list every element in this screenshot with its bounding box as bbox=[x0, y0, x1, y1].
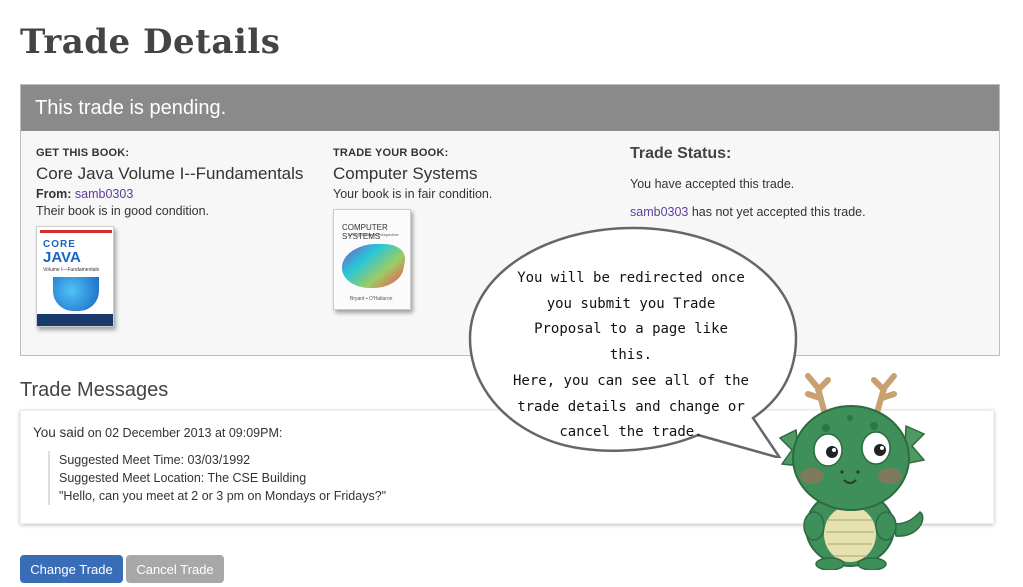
cover-band bbox=[37, 314, 113, 326]
get-book-label: GET THIS BOOK: bbox=[36, 147, 130, 159]
from-label: From: bbox=[36, 187, 72, 201]
cover-text-cs-subtitle: A Programmer's Perspective bbox=[348, 232, 399, 237]
trade-messages-title: Trade Messages bbox=[20, 379, 169, 401]
callout-line: you submit you Trade bbox=[546, 295, 716, 312]
page-title: Trade Details bbox=[20, 22, 281, 62]
meet-location-line: Suggested Meet Location: The CSE Buildin… bbox=[59, 469, 386, 487]
message-header: You said on 02 December 2013 at 09:09PM: bbox=[33, 425, 282, 440]
get-book-column: GET THIS BOOK: Core Java Volume I--Funda… bbox=[36, 147, 303, 327]
status-other-text: has not yet accepted this trade. bbox=[688, 205, 866, 219]
meet-time-value: 03/03/1992 bbox=[184, 453, 251, 467]
cancel-trade-button[interactable]: Cancel Trade bbox=[126, 555, 224, 583]
trade-status-title: Trade Status: bbox=[630, 145, 732, 162]
callout-line: Proposal to a page like this. bbox=[534, 321, 728, 364]
cover-text-volume: Volume I—Fundamentals bbox=[43, 267, 100, 273]
cover-text-cs-authors: Bryant • O'Hallaron bbox=[350, 296, 393, 302]
trade-book-title: Computer Systems bbox=[333, 164, 478, 183]
trade-book-label: TRADE YOUR BOOK: bbox=[333, 147, 449, 159]
callout-line: cancel the trade. bbox=[559, 424, 703, 441]
status-other-pending: samb0303 has not yet accepted this trade… bbox=[630, 205, 866, 219]
meet-time-label: Suggested Meet Time: bbox=[59, 453, 185, 467]
from-line: From: samb0303 bbox=[36, 187, 303, 201]
change-trade-button[interactable]: Change Trade bbox=[20, 555, 123, 583]
message-date: on 02 December 2013 at 09:09PM: bbox=[84, 426, 283, 440]
trade-status-banner: This trade is pending. bbox=[21, 85, 999, 131]
coffee-cup-icon bbox=[53, 277, 99, 311]
callout-line: You will be redirected once bbox=[517, 270, 745, 286]
message-quote: "Hello, can you meet at 2 or 3 pm on Mon… bbox=[59, 489, 387, 503]
message-body: Suggested Meet Time: 03/03/1992 Suggeste… bbox=[48, 451, 386, 505]
status-you-accepted: You have accepted this trade. bbox=[630, 177, 795, 191]
cover-text-java: JAVA bbox=[43, 249, 81, 266]
surface-plot-graphic bbox=[338, 244, 408, 288]
callout-line: Here, you can see all of the bbox=[512, 372, 749, 389]
their-book-condition: Their book is in good condition. bbox=[36, 204, 210, 218]
your-book-condition: Your book is in fair condition. bbox=[333, 187, 493, 201]
other-user-link[interactable]: samb0303 bbox=[630, 205, 688, 219]
message-author: You said bbox=[33, 425, 85, 440]
dragon-mascot-icon bbox=[778, 373, 926, 570]
meet-time-line: Suggested Meet Time: 03/03/1992 bbox=[59, 451, 386, 469]
meet-location-label: Suggested Meet Location: bbox=[59, 471, 205, 485]
owner-user-link[interactable]: samb0303 bbox=[75, 187, 133, 201]
get-book-title: Core Java Volume I--Fundamentals bbox=[36, 164, 304, 183]
callout-line: trade details and change or bbox=[517, 398, 745, 415]
trade-status-column: Trade Status: You have accepted this tra… bbox=[630, 145, 866, 233]
computer-systems-cover-image: COMPUTER SYSTEMS A Programmer's Perspect… bbox=[333, 209, 411, 310]
callout-text: You will be redirected once you submit y… bbox=[512, 266, 750, 446]
meet-location-value: The CSE Building bbox=[204, 471, 307, 485]
core-java-cover-image: CORE JAVA Volume I—Fundamentals bbox=[36, 226, 114, 327]
